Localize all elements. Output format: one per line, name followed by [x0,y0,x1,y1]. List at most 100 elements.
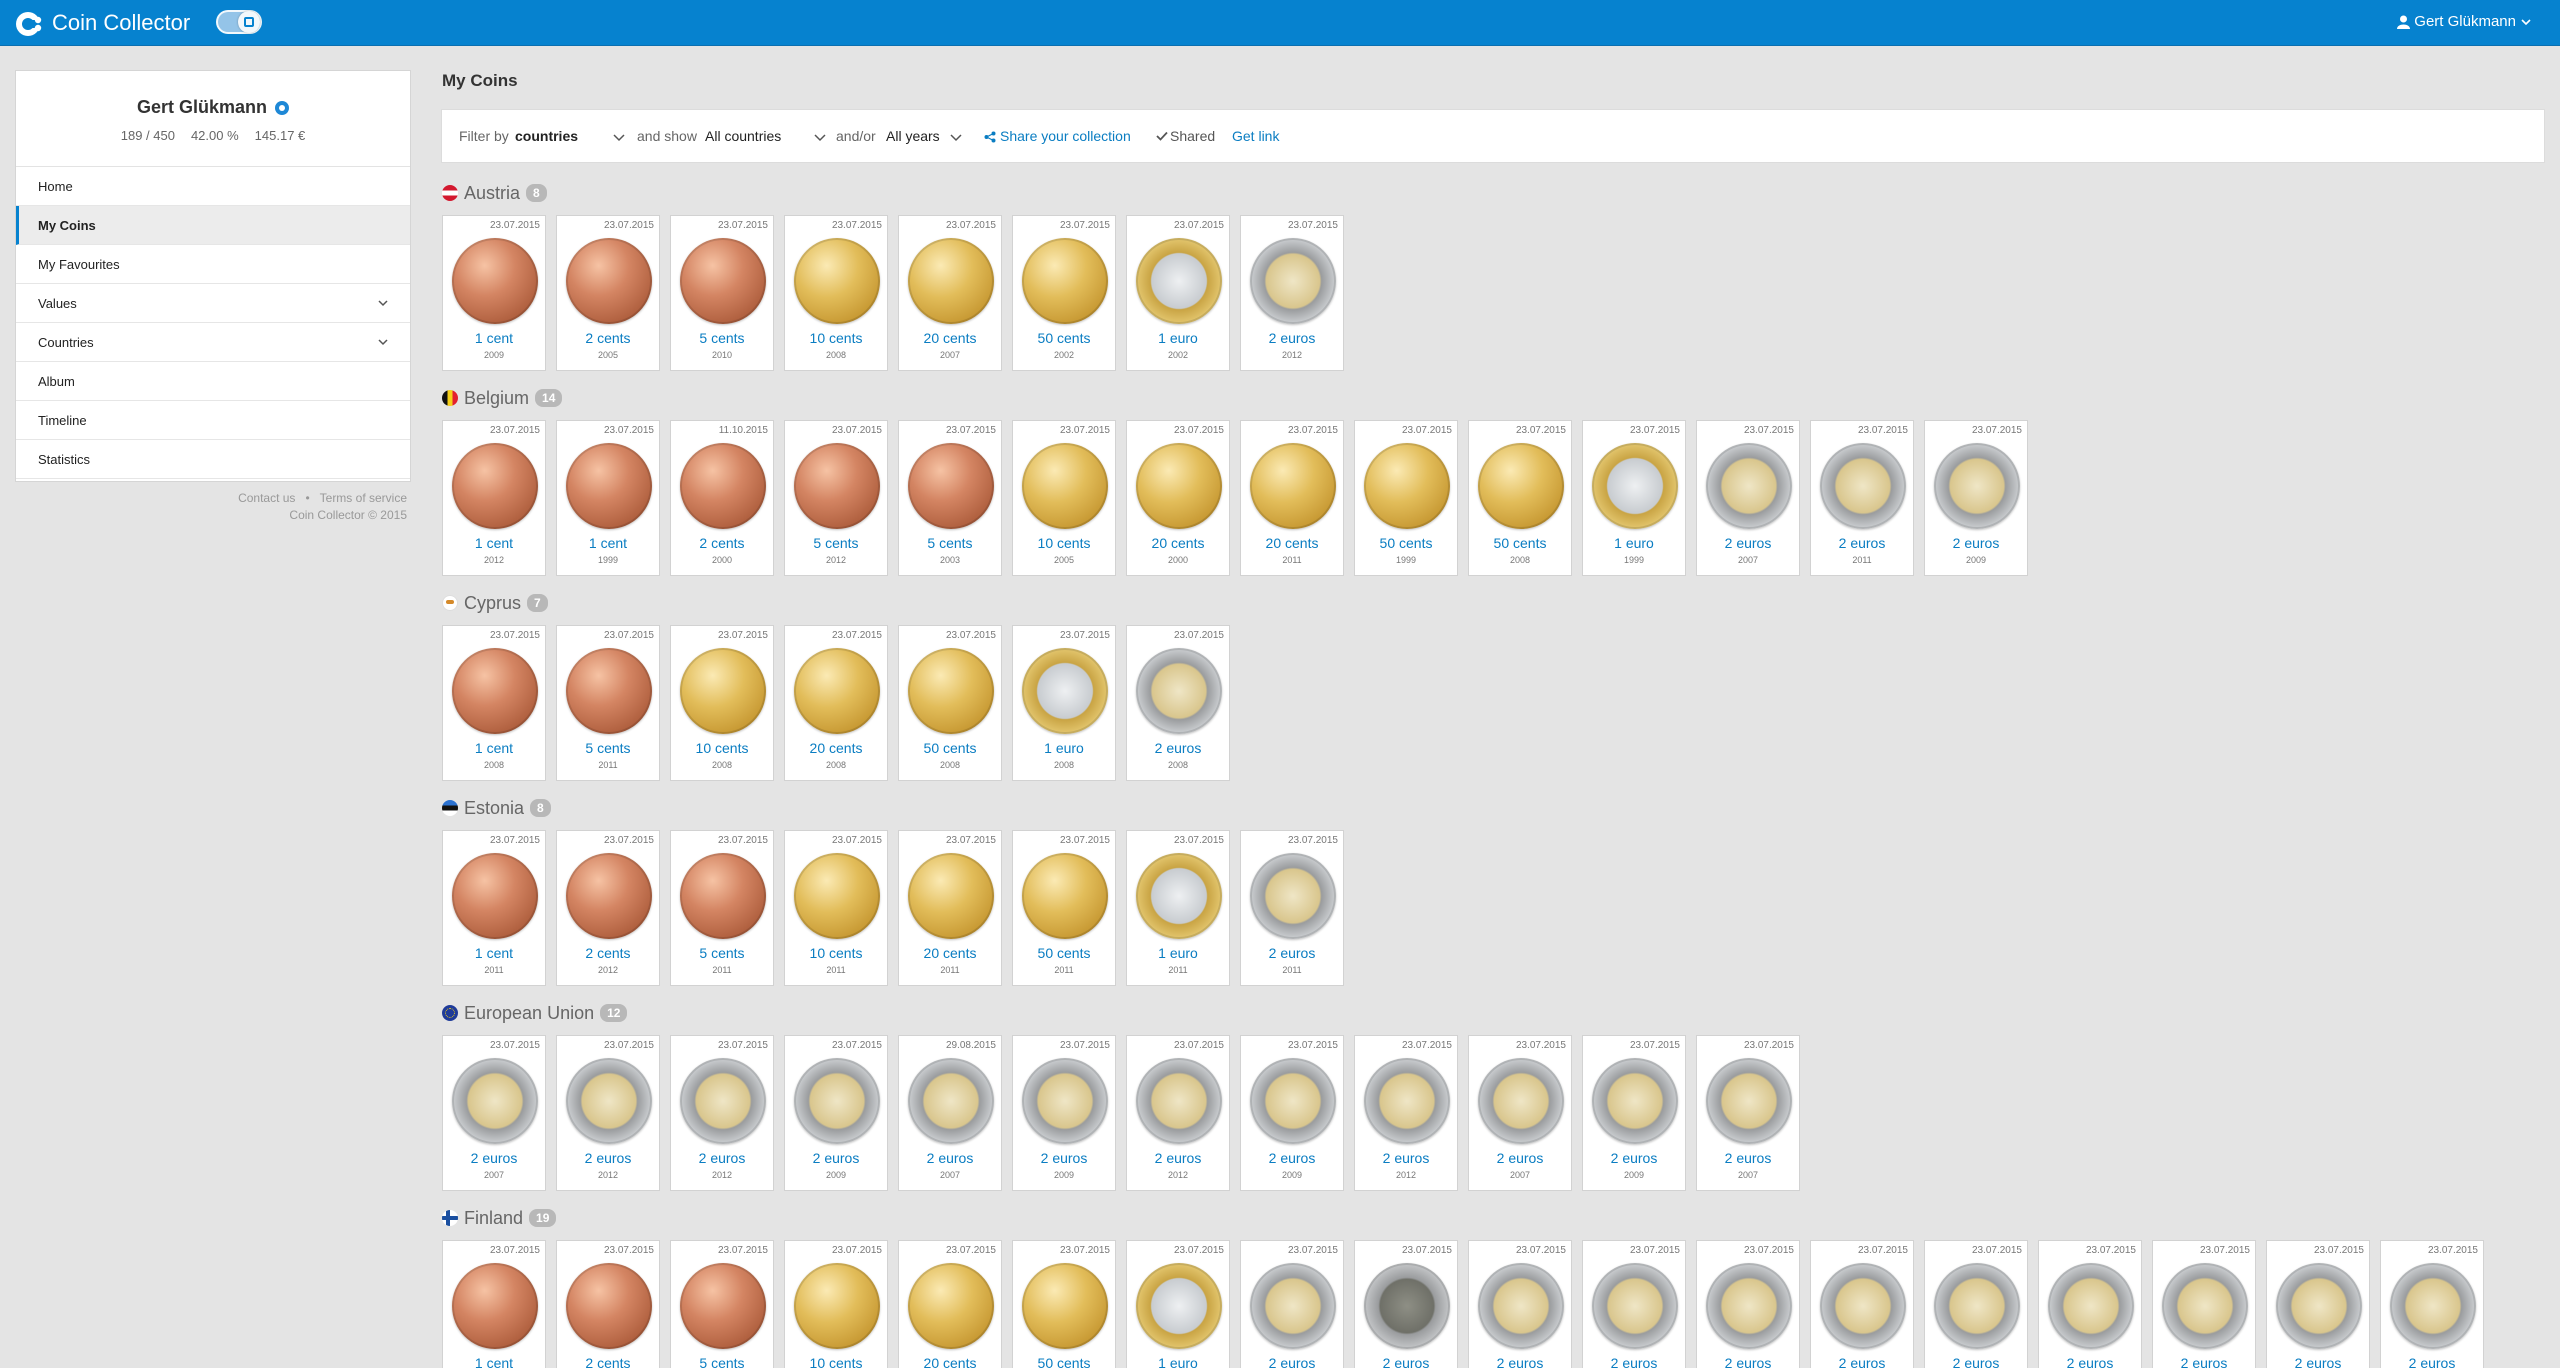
coin-image[interactable] [2162,1263,2248,1349]
coin-card[interactable]: 23.07.2015 2 euros [1696,1240,1800,1368]
coin-card[interactable]: 23.07.2015 1 cent 2008 [442,625,546,781]
coin-card[interactable]: 23.07.2015 10 cents 2008 [784,215,888,371]
settings-gear-icon[interactable] [275,100,290,115]
coin-card[interactable]: 29.08.2015 2 euros 2007 [898,1035,1002,1191]
coin-image[interactable] [1022,443,1108,529]
coin-card[interactable]: 23.07.2015 2 euros 2007 [1468,1035,1572,1191]
sidebar-item-album[interactable]: Album [16,362,410,401]
coin-name-link[interactable]: 2 euros [1697,1355,1799,1368]
coin-image[interactable] [1022,1058,1108,1144]
coin-name-link[interactable]: 2 euros [1355,1150,1457,1166]
coin-image[interactable] [794,648,880,734]
coin-card[interactable]: 23.07.2015 2 euros [2380,1240,2484,1368]
coin-card[interactable]: 23.07.2015 50 cents 1999 [1354,420,1458,576]
coin-image[interactable] [1706,443,1792,529]
coin-image[interactable] [1022,1263,1108,1349]
contact-link[interactable]: Contact us [238,491,295,505]
coin-card[interactable]: 23.07.2015 10 cents 2005 [1012,420,1116,576]
coin-card[interactable]: 23.07.2015 2 euros [1468,1240,1572,1368]
coin-card[interactable]: 23.07.2015 1 cent 1999 [556,420,660,576]
coin-image[interactable] [1364,1058,1450,1144]
coin-card[interactable]: 23.07.2015 2 euros 2012 [556,1035,660,1191]
coin-name-link[interactable]: 2 euros [1469,1150,1571,1166]
coin-card[interactable]: 23.07.2015 20 cents [898,1240,1002,1368]
coin-card[interactable]: 23.07.2015 20 cents 2008 [784,625,888,781]
coin-name-link[interactable]: 20 cents [785,740,887,756]
coin-card[interactable]: 23.07.2015 2 euros 2009 [1924,420,2028,576]
coin-image[interactable] [452,1058,538,1144]
country-header[interactable]: European Union 12 [442,1001,628,1025]
coin-name-link[interactable]: 5 cents [785,535,887,551]
coin-name-link[interactable]: 2 cents [557,1355,659,1368]
coin-image[interactable] [680,1263,766,1349]
coin-card[interactable]: 23.07.2015 2 euros [2266,1240,2370,1368]
coin-image[interactable] [908,238,994,324]
coin-name-link[interactable]: 1 cent [443,740,545,756]
coin-card[interactable]: 23.07.2015 1 cent [442,1240,546,1368]
coin-image[interactable] [794,1058,880,1144]
coin-image[interactable] [2048,1263,2134,1349]
coin-image[interactable] [1706,1263,1792,1349]
coin-name-link[interactable]: 20 cents [899,1355,1001,1368]
coin-name-link[interactable]: 2 euros [1241,330,1343,346]
coin-name-link[interactable]: 10 cents [785,1355,887,1368]
coin-card[interactable]: 23.07.2015 1 cent 2009 [442,215,546,371]
sidebar-item-my-coins[interactable]: My Coins [16,206,410,245]
coin-name-link[interactable]: 2 euros [443,1150,545,1166]
sidebar-item-timeline[interactable]: Timeline [16,401,410,440]
coin-name-link[interactable]: 1 cent [443,535,545,551]
share-collection-link[interactable]: Share your collection [1000,110,1131,162]
coin-name-link[interactable]: 50 cents [1469,535,1571,551]
coin-image[interactable] [452,443,538,529]
coin-card[interactable]: 23.07.2015 1 euro 2011 [1126,830,1230,986]
coin-image[interactable] [680,1058,766,1144]
coin-name-link[interactable]: 2 cents [557,330,659,346]
coin-name-link[interactable]: 1 euro [1127,330,1229,346]
coin-card[interactable]: 23.07.2015 50 cents 2011 [1012,830,1116,986]
coin-card[interactable]: 23.07.2015 10 cents [784,1240,888,1368]
coin-card[interactable]: 23.07.2015 2 cents 2012 [556,830,660,986]
coin-image[interactable] [452,648,538,734]
filter-by-select[interactable]: countries [515,110,578,162]
coin-card[interactable]: 23.07.2015 5 cents 2011 [556,625,660,781]
app-title[interactable]: Coin Collector [52,10,190,36]
get-link-button[interactable]: Get link [1232,110,1279,162]
coin-image[interactable] [794,853,880,939]
coin-card[interactable]: 23.07.2015 20 cents 2011 [1240,420,1344,576]
coin-image[interactable] [1592,443,1678,529]
coin-image[interactable] [1820,443,1906,529]
coin-name-link[interactable]: 1 euro [1127,1355,1229,1368]
coin-name-link[interactable]: 2 euros [1697,535,1799,551]
coin-card[interactable]: 23.07.2015 50 cents [1012,1240,1116,1368]
sidebar-item-home[interactable]: Home [16,167,410,206]
coin-image[interactable] [908,648,994,734]
coin-image[interactable] [1820,1263,1906,1349]
coin-image[interactable] [452,1263,538,1349]
coin-name-link[interactable]: 2 euros [1127,1150,1229,1166]
coin-card[interactable]: 23.07.2015 2 euros 2007 [1696,420,1800,576]
coin-card[interactable]: 23.07.2015 2 euros 2011 [1240,830,1344,986]
coin-card[interactable]: 23.07.2015 1 euro 2008 [1012,625,1116,781]
coin-card[interactable]: 23.07.2015 50 cents 2002 [1012,215,1116,371]
country-header[interactable]: Austria 8 [442,181,547,205]
coin-name-link[interactable]: 20 cents [899,330,1001,346]
coin-image[interactable] [2390,1263,2476,1349]
coin-image[interactable] [1136,1263,1222,1349]
coin-name-link[interactable]: 2 euros [2381,1355,2483,1368]
coin-image[interactable] [1022,853,1108,939]
coin-card[interactable]: 23.07.2015 2 euros [2152,1240,2256,1368]
coin-image[interactable] [794,238,880,324]
coin-name-link[interactable]: 2 euros [1241,1355,1343,1368]
coin-image[interactable] [452,853,538,939]
coin-name-link[interactable]: 2 euros [557,1150,659,1166]
coin-image[interactable] [566,853,652,939]
coin-image[interactable] [1478,1058,1564,1144]
coin-card[interactable]: 23.07.2015 2 euros 2009 [784,1035,888,1191]
coin-card[interactable]: 23.07.2015 5 cents 2012 [784,420,888,576]
coin-image[interactable] [1364,443,1450,529]
coin-name-link[interactable]: 5 cents [899,535,1001,551]
coin-name-link[interactable]: 2 cents [557,945,659,961]
coin-name-link[interactable]: 2 euros [1925,535,2027,551]
coin-name-link[interactable]: 10 cents [785,330,887,346]
shared-checkbox-label[interactable]: Shared [1170,110,1215,162]
